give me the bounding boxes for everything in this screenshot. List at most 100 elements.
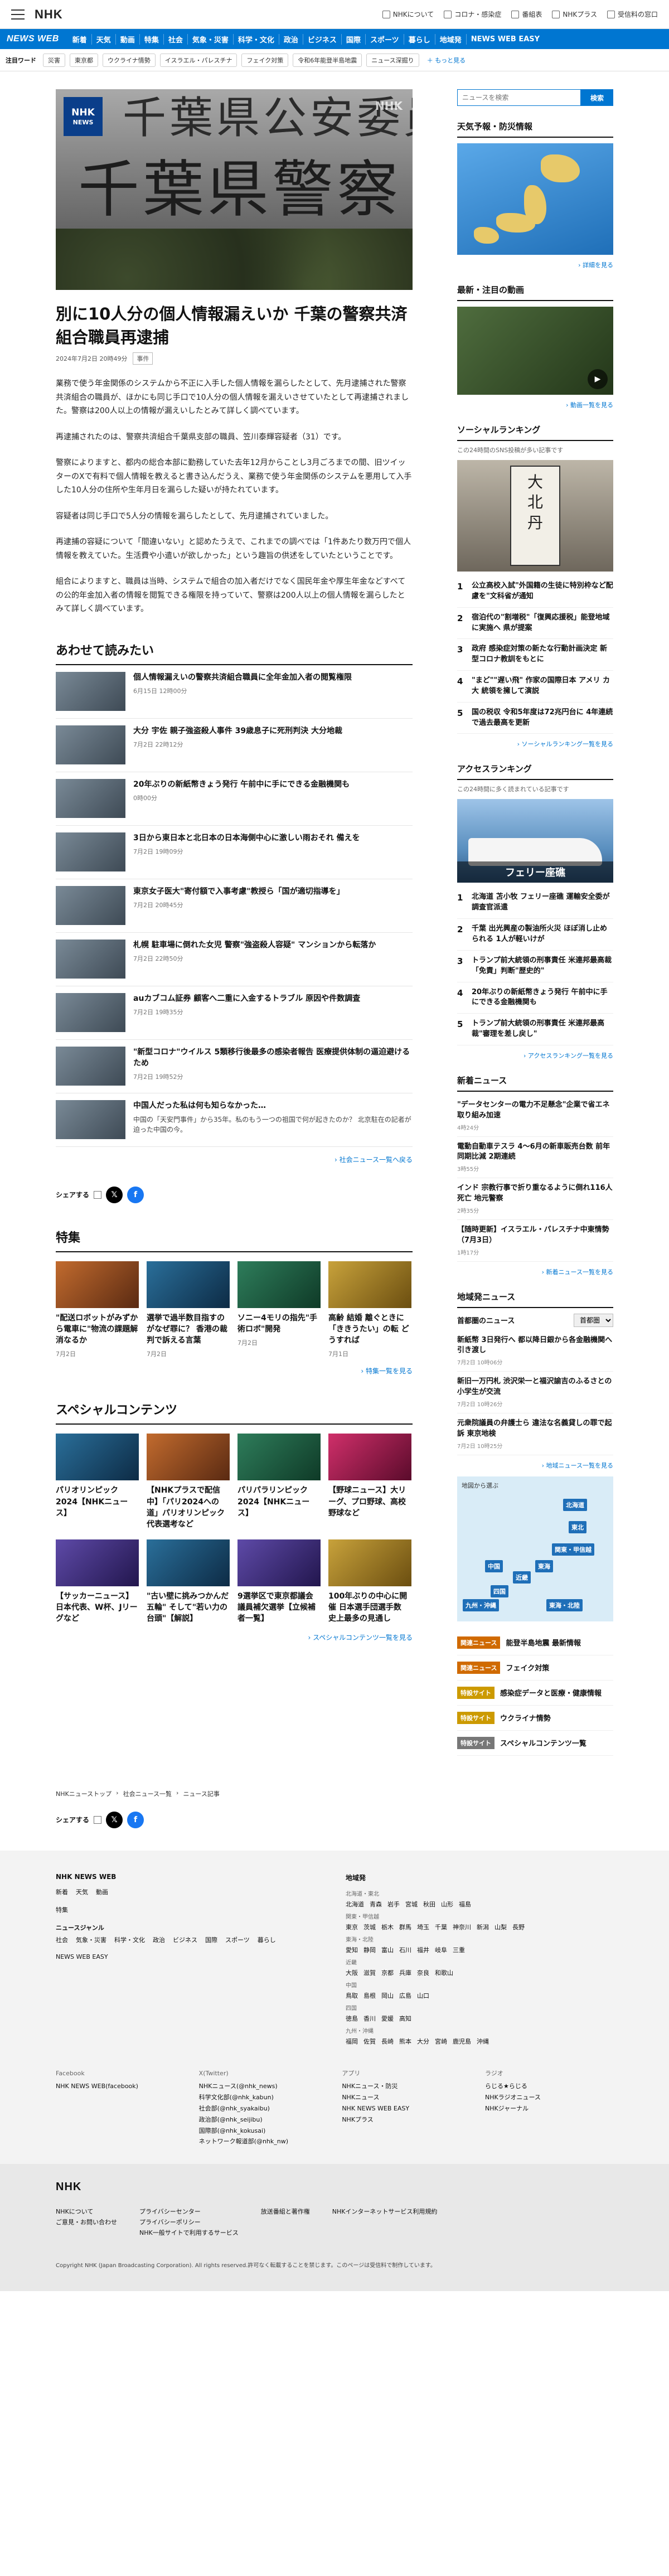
nav-item-world[interactable]: 国際 [342, 33, 366, 45]
feature-card[interactable]: "配送ロボットがみずから電車に"物流の課題解消なるか 7月2日 [56, 1261, 139, 1359]
region-kyushu[interactable]: 九州・沖縄 [463, 1599, 499, 1611]
social-link[interactable]: ネットワーク報道部(@nhk_nw) [199, 2138, 288, 2145]
list-item[interactable]: 元衆院議員の弁護士ら 違法な名義貸しの罪で起訴 東京地検 7月2日 10時25分 [457, 1413, 613, 1455]
pref-link[interactable]: 石川 [399, 1945, 411, 1954]
keyword-tag[interactable]: 東京都 [70, 53, 98, 67]
pref-link[interactable]: 栃木 [381, 1923, 394, 1931]
pref-link[interactable]: 長野 [512, 1923, 525, 1931]
pref-link[interactable]: 宮城 [405, 1900, 418, 1909]
special-more-link[interactable]: › スペシャルコンテンツ一覧を見る [56, 1633, 413, 1642]
nhk-logo[interactable]: NHK [35, 7, 63, 22]
keyword-tag[interactable]: ニュース深掘り [366, 53, 419, 67]
x-share-icon[interactable]: 𝕏 [106, 1186, 123, 1203]
app-link[interactable]: NHK NEWS WEB EASY [342, 2105, 409, 2112]
list-item[interactable]: 大分 宇佐 親子強盗殺人事件 39歳息子に死刑判決 大分地裁 7月2日 22時12… [56, 719, 413, 772]
list-item[interactable]: 3 政府 感染症対策の新たな行動計画決定 新型コロナ教訓をもとに [457, 639, 613, 671]
pref-link[interactable]: 富山 [381, 1945, 394, 1954]
feature-card[interactable]: 高齢 結婚 離ぐときに「ききうたい」の転 どうすれば 7月1日 [328, 1261, 411, 1359]
pref-link[interactable]: 埼玉 [417, 1923, 429, 1931]
region-chugoku[interactable]: 中国 [485, 1560, 503, 1572]
nhk-footer-logo[interactable]: NHK [56, 2181, 613, 2194]
facebook-share-icon[interactable]: f [127, 1186, 144, 1203]
footer-link[interactable]: 新着 [56, 1887, 68, 1896]
breadcrumb-item[interactable]: NHKニューストップ [56, 1789, 112, 1798]
radio-link[interactable]: NHKジャーナル [485, 2105, 529, 2112]
social-link[interactable]: 科学文化部(@nhk_kabun) [199, 2094, 274, 2101]
nav-item-life[interactable]: 暮らし [404, 33, 435, 45]
radio-link[interactable]: らじる★らじる [485, 2083, 527, 2090]
pref-link[interactable]: 三重 [453, 1945, 465, 1954]
footer-link[interactable]: 政治 [153, 1935, 165, 1944]
nav-item-new[interactable]: 新着 [68, 33, 92, 45]
pref-link[interactable]: 島根 [363, 1991, 376, 2000]
pref-link[interactable]: 熊本 [399, 2037, 411, 2046]
list-item[interactable]: 4 "まど""遅い飛" 作家の国際日本 アメリ カ大 統領を擁して演説 [457, 671, 613, 703]
bottom-link[interactable]: 放送番組と著作権 [261, 2208, 310, 2215]
pref-link[interactable]: 沖縄 [477, 2037, 489, 2046]
access-ranking-image[interactable]: フェリー座礁 [457, 799, 613, 883]
pref-link[interactable]: 岐阜 [435, 1945, 447, 1954]
pref-link[interactable]: 東京 [346, 1923, 358, 1931]
pref-link[interactable]: 鳥取 [346, 1991, 358, 2000]
social-link[interactable]: 国際部(@nhk_kokusai) [199, 2127, 266, 2134]
app-link[interactable]: NHKニュース [342, 2094, 379, 2101]
pref-link[interactable]: 愛知 [346, 1945, 358, 1954]
social-link[interactable]: 政治部(@nhk_seijibu) [199, 2116, 263, 2123]
pref-link[interactable]: 広島 [399, 1991, 411, 2000]
banner-item[interactable]: 関連ニュース フェイク対策 [457, 1655, 613, 1681]
footer-link[interactable]: 科学・文化 [114, 1935, 145, 1944]
keyword-tag[interactable]: フェイク対策 [241, 53, 289, 67]
pref-link[interactable]: 宮崎 [435, 2037, 447, 2046]
list-item[interactable]: 20年ぶりの新紙幣きょう発行 午前中に手にできる金融機関も 0時00分 [56, 772, 413, 826]
pref-link[interactable]: 山口 [417, 1991, 429, 2000]
pref-link[interactable]: 岩手 [387, 1900, 400, 1909]
list-item[interactable]: 電動自動車テスラ 4～6月の新車販売台数 前年同期比減 2期連続 3時55分 [457, 1137, 613, 1179]
list-item[interactable]: 3 トランプ前大統領の刑事責任 米連邦最高裁「免責」判断"歴史的" [457, 951, 613, 982]
pref-link[interactable]: 兵庫 [399, 1968, 411, 1977]
video-more-link[interactable]: › 動画一覧を見る [457, 400, 613, 409]
pref-link[interactable]: 千葉 [435, 1923, 447, 1931]
related-more-link[interactable]: › 社会ニュース一覧へ戻る [56, 1155, 413, 1164]
footer-link[interactable]: 気象・災害 [76, 1935, 106, 1944]
search-input[interactable] [457, 89, 581, 106]
menu-icon[interactable] [11, 9, 25, 20]
pref-link[interactable]: 京都 [381, 1968, 394, 1977]
special-card[interactable]: 【サッカーニュース】日本代表、W杯、Jリーグなど [56, 1539, 139, 1625]
top-link-schedule[interactable]: 番組表 [511, 9, 542, 19]
pref-link[interactable]: 福井 [417, 1945, 429, 1954]
keyword-more-link[interactable]: ＋ もっと見る [427, 56, 466, 65]
region-tokai-hokuriku[interactable]: 東海・北陸 [546, 1599, 583, 1611]
pref-link[interactable]: 山梨 [495, 1923, 507, 1931]
search-button[interactable]: 検索 [581, 89, 613, 106]
video-thumbnail[interactable]: ▶ [457, 307, 613, 395]
bottom-link[interactable]: NHKインターネットサービス利用規約 [332, 2208, 438, 2215]
special-card[interactable]: 9選挙区で東京都議会議員補欠選挙【立候補者一覧】 [237, 1539, 321, 1625]
pref-link[interactable]: 徳島 [346, 2014, 358, 2023]
nav-item-business[interactable]: ビジネス [303, 33, 342, 45]
pref-link[interactable]: 神奈川 [453, 1923, 471, 1931]
pref-link[interactable]: 大阪 [346, 1968, 358, 1977]
nav-item-politics[interactable]: 政治 [279, 33, 303, 45]
region-kanto[interactable]: 関東・甲信越 [552, 1543, 594, 1556]
region-hokkaido[interactable]: 北海道 [563, 1498, 587, 1511]
social-link[interactable]: NHK NEWS WEB(facebook) [56, 2083, 138, 2090]
keyword-tag[interactable]: 令和6年能登半島地震 [293, 53, 362, 67]
article-category[interactable]: 事件 [133, 352, 153, 365]
pref-link[interactable]: 静岡 [363, 1945, 376, 1954]
play-icon[interactable]: ▶ [588, 369, 608, 389]
region-tokai[interactable]: 東海 [535, 1560, 553, 1572]
pref-link[interactable]: 香川 [363, 2014, 376, 2023]
x-share-icon[interactable]: 𝕏 [106, 1811, 123, 1828]
keyword-tag[interactable]: イスラエル・パレスチナ [159, 53, 237, 67]
list-item[interactable]: "新型コロナ"ウイルス 5類移行後最多の感染者報告 医療提供体制の逼迫避けるため… [56, 1040, 413, 1093]
feature-card[interactable]: 選挙で過半数目指すのがなぜ罪に？ 香港の裁判で訴える言葉 7月2日 [147, 1261, 230, 1359]
footer-link[interactable]: 社会 [56, 1935, 68, 1944]
top-link-fee[interactable]: 受信料の窓口 [607, 9, 658, 19]
nav-item-local[interactable]: 地域発 [435, 33, 467, 45]
weather-more-link[interactable]: › 詳細を見る [457, 260, 613, 269]
list-item[interactable]: 2 宿泊代の"割増税"「復興応援税」能登地域に実施へ 県が提案 [457, 608, 613, 640]
bottom-link[interactable]: プライバシーポリシー [139, 2219, 201, 2226]
breadcrumb-item[interactable]: 社会ニュース一覧 [123, 1789, 172, 1798]
app-link[interactable]: NHKニュース・防災 [342, 2083, 397, 2090]
pref-link[interactable]: 山形 [441, 1900, 453, 1909]
